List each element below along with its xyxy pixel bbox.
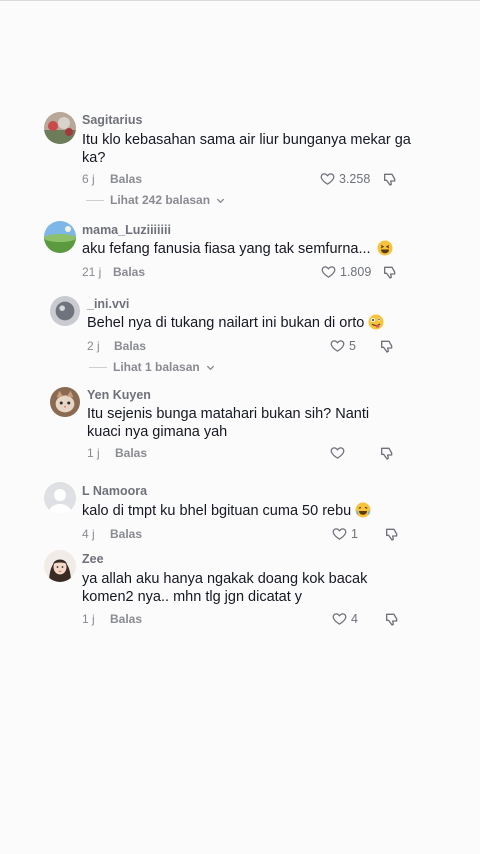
reply-button[interactable]: Balas	[115, 446, 147, 460]
avatar-ball-icon	[50, 296, 80, 326]
comment-username[interactable]: L Namoora	[82, 484, 147, 498]
comment-text: kalo di tmpt ku bhel bgituan cuma 50 reb…	[82, 502, 412, 520]
like-button[interactable]: 4	[332, 611, 358, 626]
comment-text-body: Behel nya di tukang nailart ini bukan di…	[87, 315, 365, 331]
zany-face-emoji-icon	[368, 314, 384, 330]
dislike-icon[interactable]	[379, 338, 395, 354]
heart-icon	[332, 613, 347, 625]
avatar-girl-icon	[44, 550, 76, 582]
like-count: 4	[351, 611, 358, 626]
like-button[interactable]: 5	[330, 338, 356, 353]
like-button[interactable]: 1.809	[321, 264, 371, 279]
comment-time: 4 j	[82, 527, 95, 541]
comment-text-body: kalo di tmpt ku bhel bgituan cuma 50 reb…	[82, 503, 352, 519]
replies-divider	[86, 199, 104, 201]
dislike-icon[interactable]	[384, 526, 400, 542]
reply-button[interactable]: Balas	[110, 172, 142, 186]
like-count: 1.809	[340, 264, 372, 279]
avatar[interactable]	[50, 387, 80, 417]
reply-button[interactable]: Balas	[110, 612, 142, 626]
heart-icon	[330, 447, 345, 459]
view-replies-label: Lihat 1 balasan	[113, 360, 200, 374]
reply-button[interactable]: Balas	[110, 527, 142, 541]
like-button[interactable]: 1	[332, 526, 358, 541]
comment-username[interactable]: Sagitarius	[82, 113, 142, 127]
view-replies-label: Lihat 242 balasan	[110, 193, 211, 207]
comment-time: 21 j	[82, 265, 102, 279]
comment-username[interactable]: mama_Luziiiiiii	[82, 223, 171, 237]
top-divider	[0, 0, 480, 1]
reply-button[interactable]: Balas	[114, 339, 146, 353]
avatar[interactable]	[44, 112, 76, 144]
dislike-icon[interactable]	[384, 611, 400, 627]
grinning-squint-emoji-icon	[377, 240, 393, 256]
comment-time: 2 j	[87, 339, 100, 353]
avatar[interactable]	[44, 482, 76, 514]
avatar-default-person-icon	[44, 482, 76, 514]
dislike-icon[interactable]	[382, 264, 398, 280]
chevron-down-icon	[216, 198, 225, 203]
heart-icon	[320, 173, 335, 185]
view-replies-button[interactable]: Lihat 242 balasan	[86, 193, 225, 207]
like-count: 1	[351, 526, 358, 541]
comment-text: aku fefang fanusia fiasa yang tak semfur…	[82, 240, 412, 258]
like-button[interactable]	[330, 445, 349, 460]
comment-text: Itu klo kebasahan sama air liur bunganya…	[82, 132, 411, 166]
chevron-down-icon	[206, 365, 214, 370]
comment-text: Itu sejenis bunga matahari bukan sih? Na…	[87, 406, 370, 440]
view-replies-button[interactable]: Lihat 1 balasan	[89, 360, 215, 374]
comment-time: 1 j	[82, 612, 95, 626]
avatar[interactable]	[50, 296, 80, 326]
like-count: 3.258	[339, 171, 371, 186]
comment-text: ya allah aku hanya ngakak doang kok baca…	[82, 571, 368, 605]
comment-text: Behel nya di tukang nailart ini bukan di…	[87, 314, 407, 332]
comment-time: 1 j	[87, 446, 100, 460]
comment-time: 6 j	[82, 172, 95, 186]
dislike-icon[interactable]	[382, 171, 398, 187]
comment-username[interactable]: _ini.vvi	[87, 297, 129, 311]
heart-icon	[330, 340, 345, 352]
laughing-crying-emoji-icon	[355, 502, 371, 518]
avatar[interactable]	[44, 221, 76, 253]
dislike-icon[interactable]	[379, 445, 395, 461]
comment-text-body: aku fefang fanusia fiasa yang tak semfur…	[82, 241, 371, 257]
avatar[interactable]	[44, 550, 76, 582]
like-button[interactable]: 3.258	[320, 171, 370, 186]
replies-divider	[89, 366, 107, 368]
avatar-landscape-icon	[44, 221, 76, 253]
heart-icon	[332, 528, 347, 540]
comment-username[interactable]: Zee	[82, 552, 104, 566]
avatar-cat-icon	[50, 387, 80, 417]
avatar-flowers-icon	[44, 112, 76, 144]
like-count: 5	[349, 338, 356, 353]
reply-button[interactable]: Balas	[113, 265, 145, 279]
heart-icon	[321, 266, 336, 278]
comment-username[interactable]: Yen Kuyen	[87, 388, 151, 402]
